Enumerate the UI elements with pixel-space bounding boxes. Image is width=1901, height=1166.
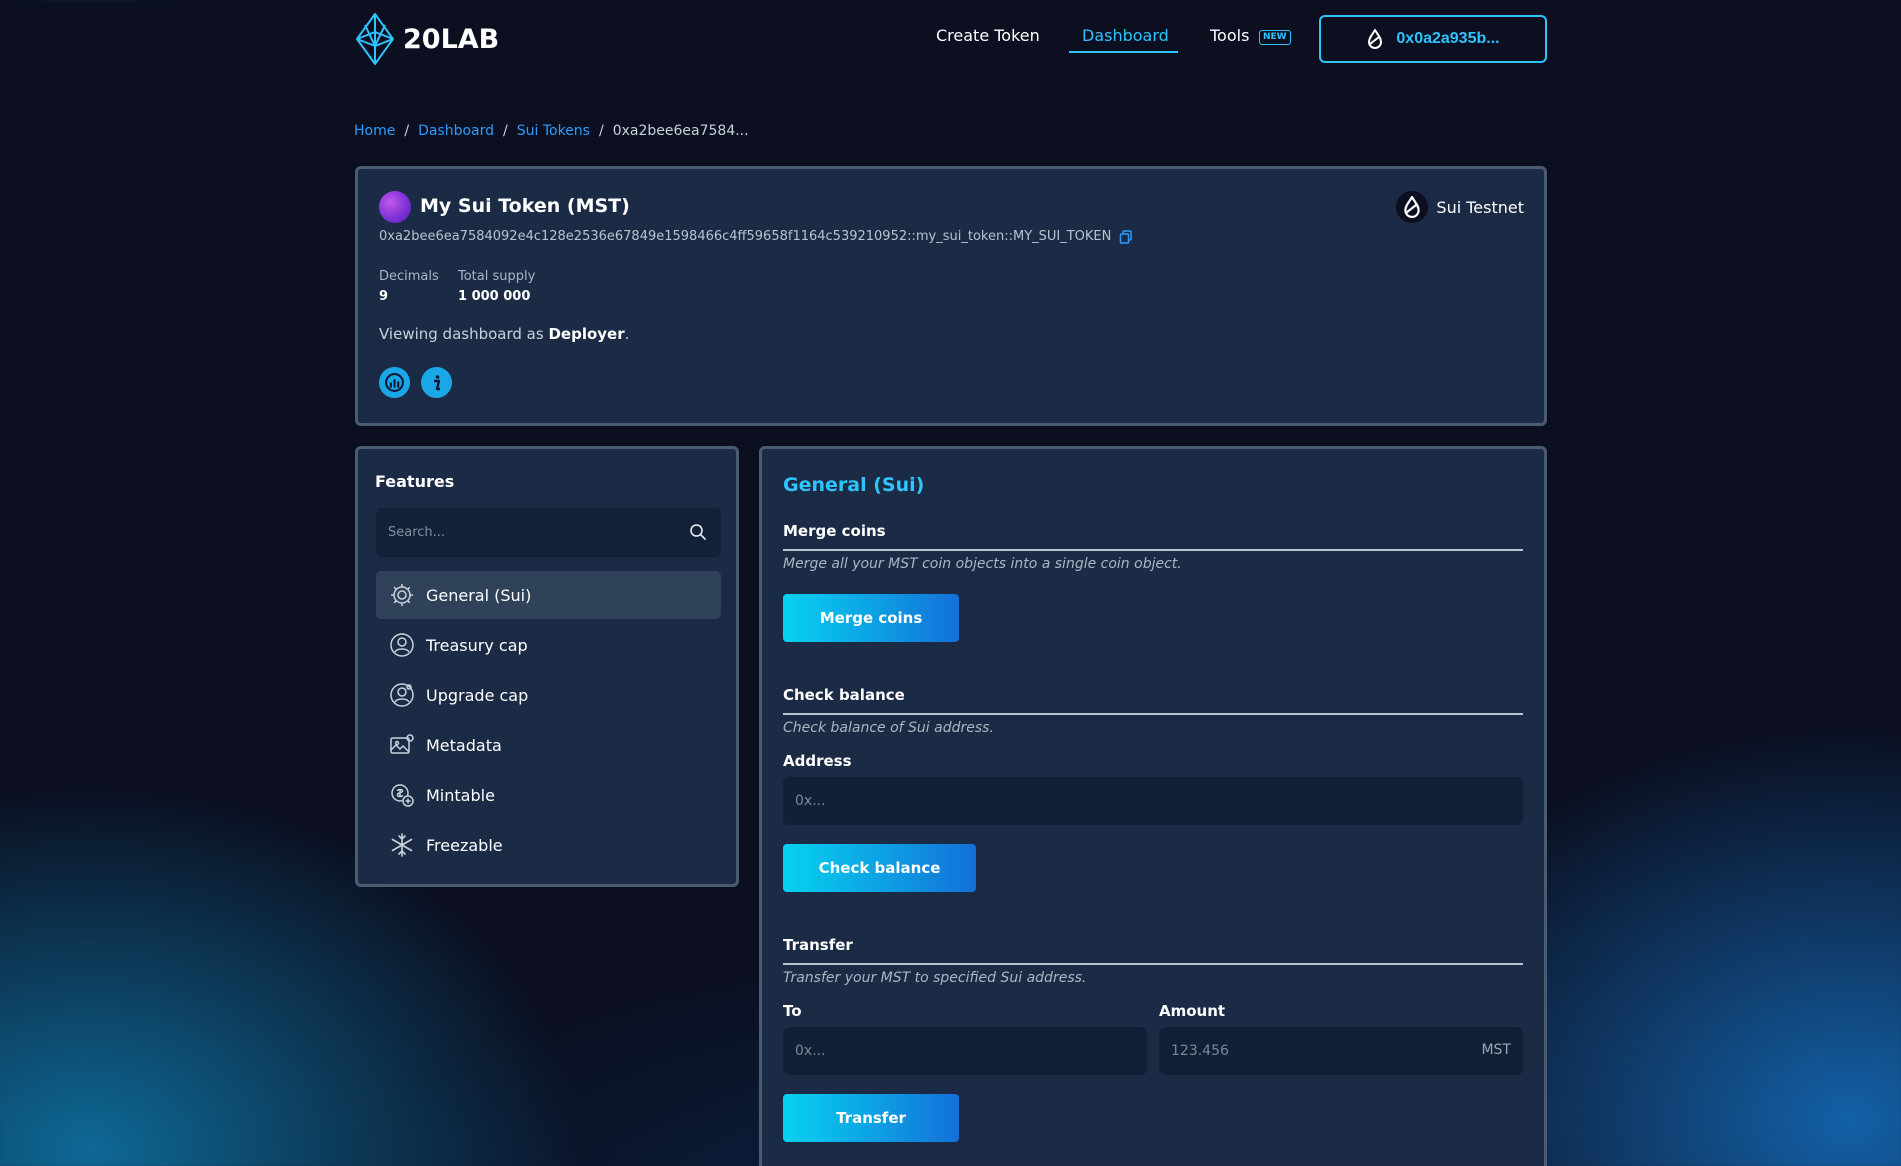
section-divider — [783, 963, 1523, 965]
feature-item-metadata[interactable]: Metadata — [376, 721, 721, 769]
transfer-description: Transfer your MST to specified Sui addre… — [783, 970, 1087, 986]
breadcrumb-sui-tokens[interactable]: Sui Tokens — [517, 123, 590, 139]
address-label: Address — [783, 752, 852, 770]
feature-item-mintable[interactable]: Mintable — [376, 771, 721, 819]
top-header: 20LAB Create Token Dashboard Tools NEW 0… — [0, 0, 1901, 78]
to-address-input[interactable] — [783, 1027, 1147, 1075]
wallet-address: 0x0a2a935b... — [1396, 30, 1500, 47]
nav-tools[interactable]: Tools — [1210, 26, 1249, 45]
token-info-card: My Sui Token (MST) Sui Testnet 0xa2bee6e… — [355, 166, 1547, 426]
user-gear-icon — [389, 682, 415, 708]
breadcrumb-current: 0xa2bee6ea7584... — [612, 123, 749, 139]
section-divider — [783, 713, 1523, 715]
token-avatar — [379, 191, 411, 223]
coin-plus-icon — [389, 782, 415, 808]
feature-item-general[interactable]: General (Sui) — [376, 571, 721, 619]
to-label: To — [783, 1002, 802, 1020]
sui-drop-icon — [1368, 29, 1383, 49]
amount-field: MST — [1159, 1027, 1523, 1075]
check-balance-title: Check balance — [783, 686, 905, 704]
wallet-button[interactable]: 0x0a2a935b... — [1319, 15, 1547, 63]
network-name: Sui Testnet — [1436, 197, 1524, 217]
breadcrumb-separator: / — [598, 123, 604, 139]
amount-unit: MST — [1481, 1042, 1511, 1058]
token-address-text: 0xa2bee6ea7584092e4c128e2536e67849e15984… — [379, 229, 1112, 244]
user-circle-icon — [389, 632, 415, 658]
feature-label: Upgrade cap — [426, 685, 529, 705]
feature-item-freezable[interactable]: Freezable — [376, 821, 721, 869]
decimals-label: Decimals — [379, 269, 439, 284]
breadcrumb-dashboard[interactable]: Dashboard — [418, 123, 494, 139]
feature-label: General (Sui) — [426, 585, 532, 605]
network-indicator: Sui Testnet — [1396, 191, 1524, 223]
merge-coins-title: Merge coins — [783, 522, 886, 540]
token-address: 0xa2bee6ea7584092e4c128e2536e67849e15984… — [379, 229, 1133, 244]
transfer-title: Transfer — [783, 936, 853, 954]
feature-label: Freezable — [426, 835, 503, 855]
nav-active-underline — [1069, 51, 1178, 53]
features-search-input[interactable] — [376, 508, 676, 557]
diamond-logo-icon — [356, 13, 394, 65]
nav-create-token[interactable]: Create Token — [936, 26, 1040, 45]
feature-item-upgrade-cap[interactable]: Upgrade cap — [376, 671, 721, 719]
breadcrumb-home[interactable]: Home — [354, 123, 395, 139]
to-field — [783, 1027, 1147, 1075]
viewing-as-text: Viewing dashboard as Deployer. — [379, 325, 629, 343]
breadcrumb-separator: / — [503, 123, 508, 139]
total-supply-value: 1 000 000 — [458, 289, 531, 304]
image-gear-icon — [389, 732, 415, 758]
info-icon[interactable] — [421, 367, 452, 398]
viewing-prefix: Viewing dashboard as — [379, 325, 549, 343]
general-panel: General (Sui) Merge coins Merge all your… — [759, 446, 1547, 1166]
check-balance-description: Check balance of Sui address. — [783, 720, 994, 736]
breadcrumb: Home / Dashboard / Sui Tokens / 0xa2bee6… — [354, 123, 749, 139]
feature-label: Metadata — [426, 735, 502, 755]
logo-text: 20LAB — [403, 23, 500, 55]
merge-coins-button[interactable]: Merge coins — [783, 594, 959, 642]
search-icon[interactable] — [689, 523, 707, 541]
section-divider — [783, 549, 1523, 551]
features-search — [376, 508, 721, 557]
check-balance-button[interactable]: Check balance — [783, 844, 976, 892]
feature-label: Mintable — [426, 785, 495, 805]
token-title: My Sui Token (MST) — [420, 195, 630, 217]
panel-title: General (Sui) — [783, 474, 925, 496]
address-input[interactable] — [783, 777, 1523, 825]
merge-coins-description: Merge all your MST coin objects into a s… — [783, 556, 1182, 572]
copy-icon[interactable] — [1119, 229, 1133, 244]
new-badge: NEW — [1259, 30, 1291, 45]
decimals-value: 9 — [379, 289, 389, 304]
features-panel: Features General (Sui) Treasury cap Upgr… — [355, 446, 739, 887]
feature-item-treasury-cap[interactable]: Treasury cap — [376, 621, 721, 669]
snowflake-icon — [389, 832, 415, 858]
breadcrumb-separator: / — [404, 123, 410, 139]
logo[interactable]: 20LAB — [353, 12, 499, 66]
total-supply-label: Total supply — [458, 269, 536, 284]
address-field — [783, 777, 1523, 825]
amount-label: Amount — [1159, 1002, 1226, 1020]
nav-dashboard[interactable]: Dashboard — [1082, 26, 1169, 45]
sui-network-icon — [1396, 191, 1429, 223]
feature-label: Treasury cap — [426, 635, 528, 655]
features-title: Features — [375, 472, 455, 491]
amount-input[interactable] — [1159, 1027, 1459, 1075]
gear-icon — [389, 582, 415, 608]
chart-link-icon[interactable] — [379, 367, 410, 398]
viewing-role: Deployer — [548, 325, 625, 343]
viewing-suffix: . — [624, 325, 630, 343]
transfer-button[interactable]: Transfer — [783, 1094, 959, 1142]
